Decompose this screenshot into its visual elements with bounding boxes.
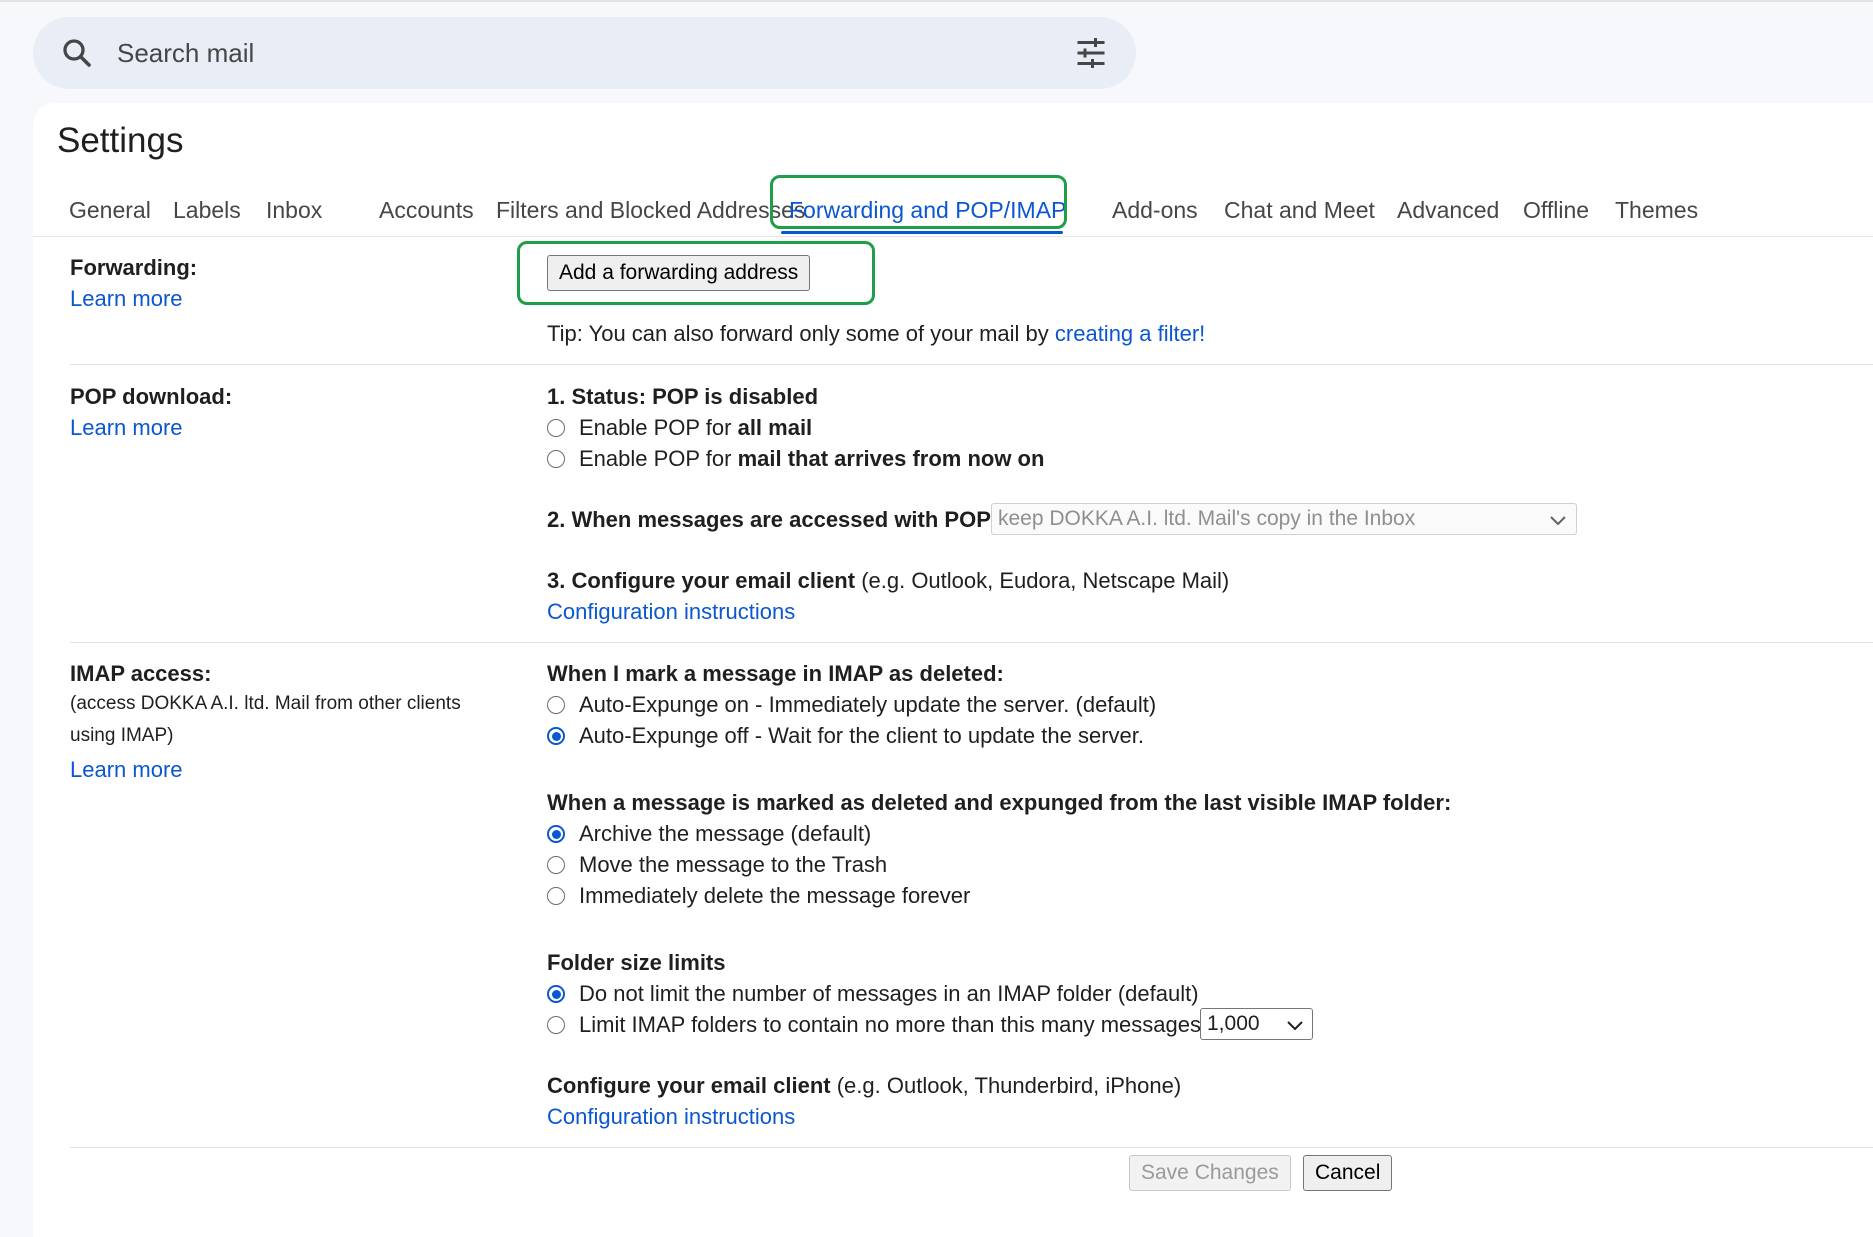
save-changes-button[interactable]: Save Changes (1129, 1155, 1291, 1191)
chevron-down-icon (1287, 1021, 1303, 1031)
tab-add-ons[interactable]: Add-ons (1112, 183, 1198, 237)
creating-filter-link[interactable]: creating a filter! (1055, 321, 1205, 346)
pop-all-mail-radio[interactable] (547, 419, 565, 437)
imap-deleted-heading: When I mark a message in IMAP as deleted… (547, 661, 1004, 686)
chevron-down-icon (1550, 516, 1566, 526)
section-divider (70, 1147, 1873, 1148)
section-divider (70, 364, 1873, 365)
archive-message-radio[interactable] (547, 825, 565, 843)
auto-expunge-off-radio[interactable] (547, 727, 565, 745)
section-divider (70, 642, 1873, 643)
tab-themes[interactable]: Themes (1615, 183, 1698, 237)
auto-expunge-on-label: Auto-Expunge on - Immediately update the… (579, 692, 1157, 717)
pop-when-accessed-label: 2. When messages are accessed with POP (547, 507, 991, 532)
pop-configuration-instructions-link[interactable]: Configuration instructions (547, 599, 795, 625)
pop-action-select[interactable]: keep DOKKA A.I. ltd. Mail's copy in the … (991, 503, 1577, 535)
tab-accounts[interactable]: Accounts (379, 183, 474, 237)
search-input[interactable] (117, 35, 1017, 71)
delete-forever-radio[interactable] (547, 887, 565, 905)
tab-labels[interactable]: Labels (173, 183, 241, 237)
move-to-trash-label: Move the message to the Trash (579, 852, 888, 877)
page-title: Settings (57, 121, 184, 160)
cancel-button[interactable]: Cancel (1303, 1155, 1393, 1191)
limit-folder-radio[interactable] (547, 1016, 565, 1034)
pop-from-now-text: Enable POP for (579, 446, 738, 471)
folder-size-heading: Folder size limits (547, 950, 726, 975)
tabs-divider (33, 236, 1873, 237)
archive-message-label: Archive the message (default) (579, 821, 872, 846)
tab-advanced[interactable]: Advanced (1397, 183, 1499, 237)
auto-expunge-on-radio[interactable] (547, 696, 565, 714)
imap-configuration-instructions-link[interactable]: Configuration instructions (547, 1104, 795, 1130)
active-tab-highlight (770, 175, 1067, 229)
auto-expunge-off-label: Auto-Expunge off - Wait for the client t… (579, 723, 1144, 748)
imap-configure-examples: (e.g. Outlook, Thunderbird, iPhone) (830, 1073, 1182, 1098)
forwarding-learn-more-link[interactable]: Learn more (70, 286, 183, 312)
limit-folder-label: Limit IMAP folders to contain no more th… (579, 1012, 1201, 1037)
tab-filters[interactable]: Filters and Blocked Addresses (496, 183, 805, 237)
forwarding-tip: Tip: You can also forward only some of y… (547, 321, 1205, 347)
folder-limit-select[interactable]: 1,000 (1200, 1008, 1313, 1040)
search-options-icon[interactable] (1073, 35, 1109, 71)
folder-limit-value: 1,000 (1207, 1012, 1260, 1035)
pop-all-mail-option: Enable POP for all mail (579, 415, 812, 441)
delete-forever-label: Immediately delete the message forever (579, 883, 971, 908)
imap-configure-bold: Configure your email client (547, 1073, 831, 1098)
tab-offline[interactable]: Offline (1523, 183, 1589, 237)
imap-access-description: (access DOKKA A.I. ltd. Mail from other … (70, 693, 461, 746)
settings-panel: Settings General Labels Inbox Accounts F… (33, 103, 1873, 1237)
pop-configure-client: 3. Configure your email client (e.g. Out… (547, 568, 1229, 594)
imap-learn-more-link[interactable]: Learn more (70, 757, 183, 783)
imap-configure-client: Configure your email client (e.g. Outloo… (547, 1073, 1181, 1099)
pop-all-mail-text: Enable POP for (579, 415, 738, 440)
active-tab-underline (781, 231, 1063, 234)
no-folder-limit-radio[interactable] (547, 985, 565, 1003)
pop-configure-bold: 3. Configure your email client (547, 568, 856, 593)
search-bar[interactable] (33, 17, 1136, 89)
pop-learn-more-link[interactable]: Learn more (70, 415, 183, 441)
pop-configure-examples: (e.g. Outlook, Eudora, Netscape Mail) (855, 568, 1230, 593)
tab-general[interactable]: General (69, 183, 151, 237)
pop-status: 1. Status: POP is disabled (547, 384, 819, 409)
move-to-trash-radio[interactable] (547, 856, 565, 874)
pop-all-mail-bold: all mail (737, 415, 813, 440)
forwarding-tip-text: Tip: You can also forward only some of y… (547, 321, 1055, 346)
pop-download-label: POP download: (70, 384, 233, 409)
add-forwarding-address-button[interactable]: Add a forwarding address (547, 255, 811, 291)
top-divider (0, 0, 1873, 3)
pop-action-value: keep DOKKA A.I. ltd. Mail's copy in the … (998, 507, 1416, 530)
imap-expunged-heading: When a message is marked as deleted and … (547, 790, 1452, 815)
pop-from-now-radio[interactable] (547, 450, 565, 468)
tab-chat-and-meet[interactable]: Chat and Meet (1224, 183, 1375, 237)
search-icon[interactable] (59, 35, 95, 71)
no-folder-limit-label: Do not limit the number of messages in a… (579, 981, 1199, 1006)
imap-access-label: IMAP access: (70, 661, 212, 686)
forwarding-label: Forwarding: (70, 255, 198, 280)
pop-from-now-option: Enable POP for mail that arrives from no… (579, 446, 1044, 472)
tab-inbox[interactable]: Inbox (266, 183, 322, 237)
pop-from-now-bold: mail that arrives from now on (737, 446, 1045, 471)
